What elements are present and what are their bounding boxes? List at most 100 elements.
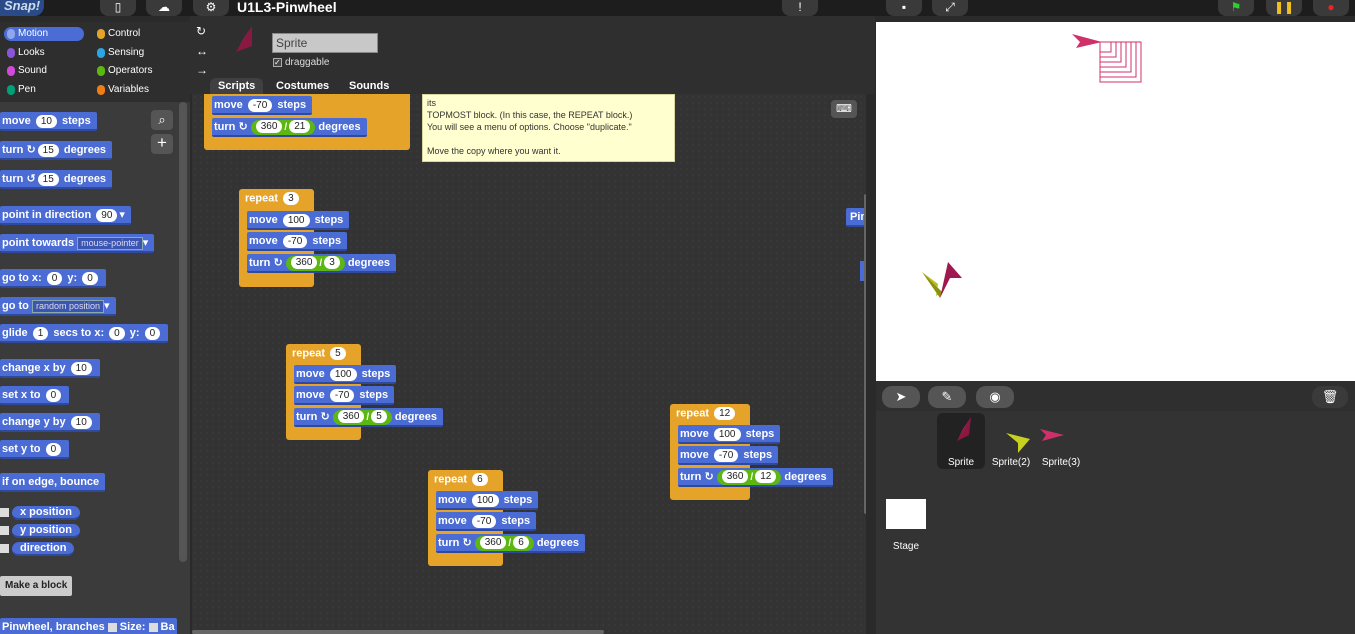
pinwheel-custom-block[interactable]: Pinwheel, branches Size: Ba xyxy=(0,618,177,634)
flip-icon[interactable]: ↔ xyxy=(196,44,208,58)
turn-block[interactable]: turn ↻ 360/21 degrees xyxy=(212,118,367,137)
y-position-reporter[interactable]: y position xyxy=(12,524,80,538)
move-block[interactable]: move 100 steps xyxy=(678,425,781,444)
towards-dropdown[interactable]: mouse-pointer xyxy=(77,236,143,250)
scripts-scrollbar[interactable] xyxy=(864,194,866,514)
move-value[interactable]: -70 xyxy=(713,448,739,462)
move-block[interactable]: move 100 steps xyxy=(247,211,350,230)
paintbrush-icon[interactable]: ✎ xyxy=(928,386,966,408)
category-control[interactable]: Control xyxy=(94,27,174,41)
stage-size-icon[interactable]: ▪ xyxy=(886,0,922,16)
add-icon[interactable]: + xyxy=(151,134,173,154)
turn-block[interactable]: turn ↻ 360/3 degrees xyxy=(247,254,397,273)
category-variables[interactable]: Variables xyxy=(94,83,174,97)
move-value[interactable]: -70 xyxy=(329,388,355,402)
pinwheel-block-partial[interactable]: Pin xyxy=(846,208,866,227)
pause-icon[interactable]: ❚❚ xyxy=(1266,0,1302,16)
divisor-value[interactable]: 12 xyxy=(755,470,777,484)
turtle-sprite-icon[interactable]: ➤ xyxy=(882,386,920,408)
y-position-checkbox[interactable] xyxy=(0,525,9,535)
category-looks[interactable]: Looks xyxy=(4,46,84,60)
cloud-icon[interactable]: ☁ xyxy=(146,0,182,16)
goto-block[interactable]: go to random position ▾ xyxy=(0,297,116,316)
goto-dropdown[interactable]: random position xyxy=(31,299,104,313)
make-block-button[interactable]: Make a block xyxy=(0,576,73,596)
glide-y-value[interactable]: 0 xyxy=(144,326,161,340)
category-motion[interactable]: Motion xyxy=(4,27,84,41)
change-x-block[interactable]: change x by 10 xyxy=(0,359,100,378)
stop-icon[interactable]: ● xyxy=(1313,0,1349,16)
goto-xy-block[interactable]: go to x: 0 y: 0 xyxy=(0,269,106,288)
dividend-value[interactable]: 360 xyxy=(721,470,749,484)
scripting-area[interactable]: ⌨ move -70 steps turn ↻ 360/21 degrees i… xyxy=(192,94,866,634)
move-value[interactable]: -70 xyxy=(282,234,308,248)
move-value[interactable]: 100 xyxy=(282,213,310,227)
dividend-value[interactable]: 360 xyxy=(479,536,507,550)
repeat-count[interactable]: 5 xyxy=(330,347,346,360)
branches-slot[interactable] xyxy=(107,622,117,632)
divide-reporter[interactable]: 360/12 xyxy=(716,469,782,485)
move-block[interactable]: move -70 steps xyxy=(436,512,537,531)
sprite3-arrow-icon[interactable] xyxy=(1038,425,1070,447)
move-value[interactable]: -70 xyxy=(471,514,497,528)
glide-block[interactable]: glide 1 secs to x: 0 y: 0 xyxy=(0,324,169,343)
move-block[interactable]: move -70 steps xyxy=(294,386,395,405)
turn-value[interactable]: 15 xyxy=(37,172,59,186)
repeat-count[interactable]: 12 xyxy=(714,407,736,420)
file-icon[interactable]: ▯ xyxy=(100,0,136,16)
divide-reporter[interactable]: 360/6 xyxy=(474,535,534,551)
point-direction-block[interactable]: point in direction 90 ▾ xyxy=(0,206,131,225)
turn-block[interactable]: turn ↻ 360/6 degrees xyxy=(436,534,586,553)
point-towards-block[interactable]: point towards mouse-pointer ▾ xyxy=(0,234,155,253)
divide-reporter[interactable]: 360/5 xyxy=(332,409,392,425)
change-x-value[interactable]: 10 xyxy=(70,361,92,375)
set-x-block[interactable]: set x to 0 xyxy=(0,386,70,405)
set-y-block[interactable]: set y to 0 xyxy=(0,440,70,459)
move-value[interactable]: -70 xyxy=(247,98,273,112)
change-y-value[interactable]: 10 xyxy=(70,415,92,429)
stage-thumbnail[interactable] xyxy=(886,499,926,529)
y-value[interactable]: 0 xyxy=(82,271,98,285)
green-flag-icon[interactable]: ⚑ xyxy=(1218,0,1254,16)
divide-reporter[interactable]: 360/3 xyxy=(285,255,345,271)
footprints-icon[interactable]: ! xyxy=(782,0,818,16)
x-position-checkbox[interactable] xyxy=(0,507,9,517)
move-block[interactable]: move 100 steps xyxy=(436,491,539,510)
snap-logo[interactable]: Snap! xyxy=(0,0,44,16)
move-value[interactable]: 100 xyxy=(713,427,741,441)
repeat-count[interactable]: 3 xyxy=(283,192,299,205)
x-value[interactable]: 0 xyxy=(46,271,63,285)
move-steps-block[interactable]: move 10 steps xyxy=(0,112,97,131)
tab-scripts[interactable]: Scripts xyxy=(210,78,264,94)
bounce-block[interactable]: if on edge, bounce xyxy=(0,473,106,492)
move-block[interactable]: move -70 steps xyxy=(678,446,779,465)
direction-checkbox[interactable] xyxy=(0,543,9,553)
draggable-checkbox[interactable]: ✓ xyxy=(273,57,282,67)
turn-cw-block[interactable]: turn ↻ 15 degrees xyxy=(0,141,113,160)
direction-value[interactable]: 90 xyxy=(96,208,118,222)
move-value[interactable]: 10 xyxy=(35,114,57,128)
sprite-name-input[interactable]: Sprite xyxy=(272,33,378,53)
divisor-value[interactable]: 5 xyxy=(371,410,387,424)
glide-secs-value[interactable]: 1 xyxy=(32,326,49,340)
fullscreen-icon[interactable]: ⤢ xyxy=(932,0,968,16)
no-rotate-icon[interactable]: → xyxy=(196,63,208,77)
move-value[interactable]: 100 xyxy=(471,493,499,507)
move-block[interactable]: move 100 steps xyxy=(294,365,397,384)
camera-icon[interactable]: ◉ xyxy=(976,386,1014,408)
category-sensing[interactable]: Sensing xyxy=(94,46,174,60)
change-y-block[interactable]: change y by 10 xyxy=(0,413,100,432)
dividend-value[interactable]: 360 xyxy=(290,256,318,270)
move-block[interactable]: move -70 steps xyxy=(212,96,313,115)
dividend-value[interactable]: 360 xyxy=(337,410,365,424)
glide-x-value[interactable]: 0 xyxy=(109,326,125,340)
turn-block[interactable]: turn ↻ 360/12 degrees xyxy=(678,468,833,487)
scripts-hscrollbar[interactable] xyxy=(192,630,604,634)
draggable-toggle[interactable]: ✓ draggable xyxy=(273,57,329,68)
search-icon[interactable]: ⌕ xyxy=(151,110,173,130)
repeat-count[interactable]: 6 xyxy=(472,473,488,486)
trash-icon[interactable]: 🗑 xyxy=(1312,386,1348,408)
move-value[interactable]: 100 xyxy=(329,367,357,381)
divisor-value[interactable]: 6 xyxy=(513,536,529,550)
tab-costumes[interactable]: Costumes xyxy=(268,78,337,94)
